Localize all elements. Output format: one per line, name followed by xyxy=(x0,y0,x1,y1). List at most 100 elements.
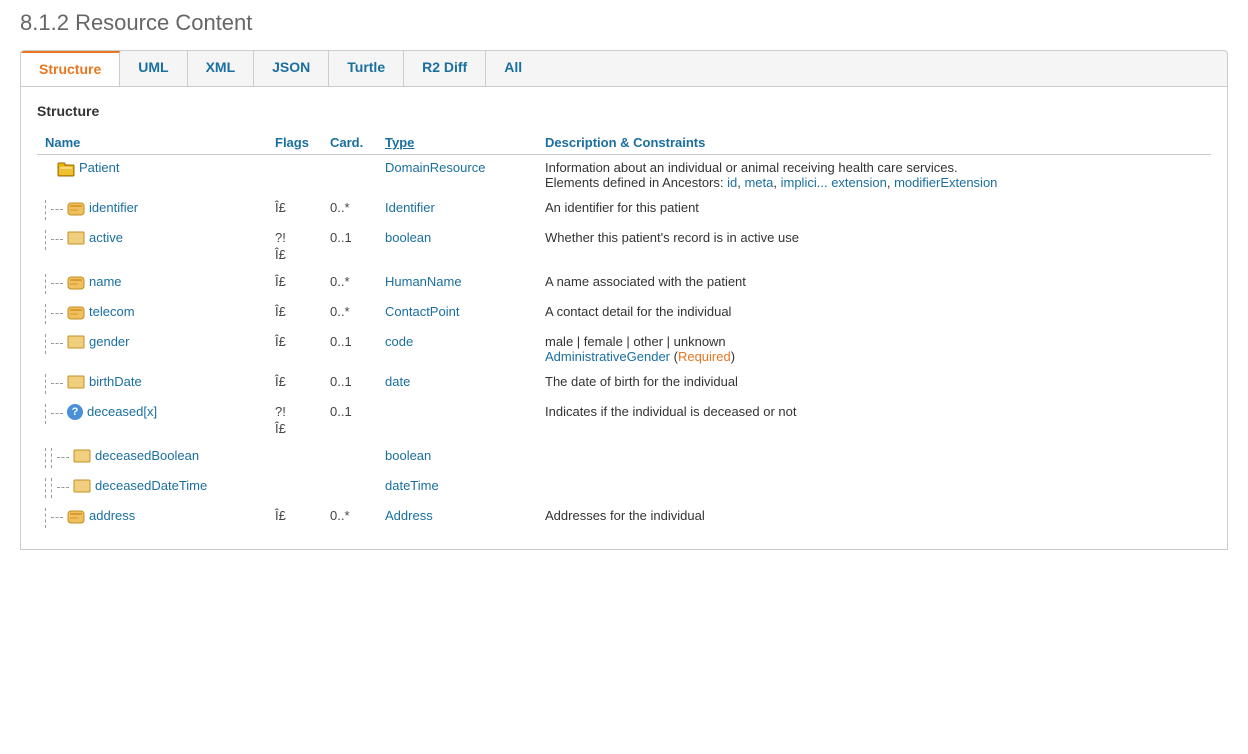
name-cell-name: name xyxy=(45,274,259,294)
table-row: identifier Î£ 0..* Identifier An identif… xyxy=(37,195,1211,225)
name-link[interactable]: name xyxy=(89,274,122,289)
identifier-desc: An identifier for this patient xyxy=(537,195,1211,225)
ancestor-implicitrules-link[interactable]: implici... xyxy=(781,175,828,190)
patient-link[interactable]: Patient xyxy=(79,160,119,175)
telecom-desc: A contact detail for the individual xyxy=(537,299,1211,329)
birthdate-card: 0..1 xyxy=(322,369,377,399)
telecom-icon xyxy=(67,305,85,321)
address-icon xyxy=(67,509,85,525)
deceased-flags: ?!Î£ xyxy=(267,399,322,443)
deceased-boolean-type-link[interactable]: boolean xyxy=(385,448,431,463)
table-row: deceasedBoolean boolean xyxy=(37,443,1211,473)
patient-desc: Information about an individual or anima… xyxy=(537,155,1211,196)
name-cell-birthdate: birthDate xyxy=(45,374,259,394)
gender-icon xyxy=(67,335,85,351)
name-cell-address: address xyxy=(45,508,259,528)
deceased-card: 0..1 xyxy=(322,399,377,443)
active-flags: ?!Î£ xyxy=(267,225,322,269)
deceased-boolean-card xyxy=(322,443,377,473)
address-link[interactable]: address xyxy=(89,508,135,523)
birthdate-link[interactable]: birthDate xyxy=(89,374,142,389)
ancestor-meta-link[interactable]: meta xyxy=(744,175,773,190)
deceased-datetime-flags xyxy=(267,473,322,503)
table-row: Patient DomainResource Information about… xyxy=(37,155,1211,196)
required-link[interactable]: Required xyxy=(678,349,731,364)
tab-json[interactable]: JSON xyxy=(254,51,329,86)
tab-structure[interactable]: Structure xyxy=(21,51,120,87)
name-cell-deceased-boolean: deceasedBoolean xyxy=(45,448,259,468)
tab-content-structure: Structure Name Flags Card. Type Descript… xyxy=(20,87,1228,550)
name-flags: Î£ xyxy=(267,269,322,299)
col-name: Name xyxy=(37,131,267,155)
identifier-icon xyxy=(67,201,85,217)
telecom-link[interactable]: telecom xyxy=(89,304,135,319)
gender-flags: Î£ xyxy=(267,329,322,369)
gender-link[interactable]: gender xyxy=(89,334,129,349)
deceased-datetime-type-link[interactable]: dateTime xyxy=(385,478,439,493)
active-link[interactable]: active xyxy=(89,230,123,245)
deceased-boolean-flags xyxy=(267,443,322,473)
table-row: birthDate Î£ 0..1 date The date of birth… xyxy=(37,369,1211,399)
name-cell-active: active xyxy=(45,230,259,250)
address-desc: Addresses for the individual xyxy=(537,503,1211,533)
deceased-icon: ? xyxy=(67,404,83,420)
ancestor-modifierext-link[interactable]: modifierExtension xyxy=(894,175,997,190)
name-cell-identifier: identifier xyxy=(45,200,259,220)
gender-type-link[interactable]: code xyxy=(385,334,413,349)
patient-type-link[interactable]: DomainResource xyxy=(385,160,485,175)
table-row: deceasedDateTime dateTime xyxy=(37,473,1211,503)
deceased-datetime-icon xyxy=(73,479,91,495)
tab-uml[interactable]: UML xyxy=(120,51,187,86)
structure-table: Name Flags Card. Type Description & Cons… xyxy=(37,131,1211,533)
identifier-card: 0..* xyxy=(322,195,377,225)
telecom-flags: Î£ xyxy=(267,299,322,329)
name-card: 0..* xyxy=(322,269,377,299)
tab-turtle[interactable]: Turtle xyxy=(329,51,404,86)
birthdate-desc: The date of birth for the individual xyxy=(537,369,1211,399)
name-cell-deceased: ? deceased[x] xyxy=(45,404,259,424)
name-type-link[interactable]: HumanName xyxy=(385,274,462,289)
col-card: Card. xyxy=(322,131,377,155)
active-desc: Whether this patient's record is in acti… xyxy=(537,225,1211,269)
telecom-card: 0..* xyxy=(322,299,377,329)
table-row: ? deceased[x] ?!Î£ 0..1 Indicates if the… xyxy=(37,399,1211,443)
tab-all[interactable]: All xyxy=(486,51,540,86)
table-row: name Î£ 0..* HumanName A name associated… xyxy=(37,269,1211,299)
address-card: 0..* xyxy=(322,503,377,533)
identifier-link[interactable]: identifier xyxy=(89,200,138,215)
address-type-link[interactable]: Address xyxy=(385,508,433,523)
deceased-link[interactable]: deceased[x] xyxy=(87,404,157,419)
active-type-link[interactable]: boolean xyxy=(385,230,431,245)
ancestor-id-link[interactable]: id xyxy=(727,175,737,190)
table-row: telecom Î£ 0..* ContactPoint A contact d… xyxy=(37,299,1211,329)
tab-xml[interactable]: XML xyxy=(188,51,255,86)
deceased-type xyxy=(377,399,537,443)
deceased-boolean-link[interactable]: deceasedBoolean xyxy=(95,448,199,463)
active-card: 0..1 xyxy=(322,225,377,269)
name-desc: A name associated with the patient xyxy=(537,269,1211,299)
deceased-desc: Indicates if the individual is deceased … xyxy=(537,399,1211,443)
patient-flags xyxy=(267,155,322,196)
tab-r2diff[interactable]: R2 Diff xyxy=(404,51,486,86)
deceased-datetime-desc xyxy=(537,473,1211,503)
col-type: Type xyxy=(377,131,537,155)
name-icon xyxy=(67,275,85,291)
administrative-gender-link[interactable]: AdministrativeGender xyxy=(545,349,670,364)
tab-bar: Structure UML XML JSON Turtle R2 Diff Al… xyxy=(20,50,1228,87)
birthdate-type-link[interactable]: date xyxy=(385,374,410,389)
name-cell-telecom: telecom xyxy=(45,304,259,324)
patient-icon xyxy=(57,161,75,177)
gender-desc: male | female | other | unknown Administ… xyxy=(537,329,1211,369)
telecom-type-link[interactable]: ContactPoint xyxy=(385,304,459,319)
ancestor-extension-link[interactable]: extension xyxy=(831,175,887,190)
birthdate-icon xyxy=(67,375,85,391)
deceased-boolean-icon xyxy=(73,449,91,465)
structure-heading: Structure xyxy=(37,103,1211,119)
col-desc: Description & Constraints xyxy=(537,131,1211,155)
active-icon xyxy=(67,231,85,247)
deceased-datetime-link[interactable]: deceasedDateTime xyxy=(95,478,207,493)
identifier-type-link[interactable]: Identifier xyxy=(385,200,435,215)
table-row: gender Î£ 0..1 code male | female | othe… xyxy=(37,329,1211,369)
table-row: address Î£ 0..* Address Addresses for th… xyxy=(37,503,1211,533)
identifier-flags: Î£ xyxy=(267,195,322,225)
